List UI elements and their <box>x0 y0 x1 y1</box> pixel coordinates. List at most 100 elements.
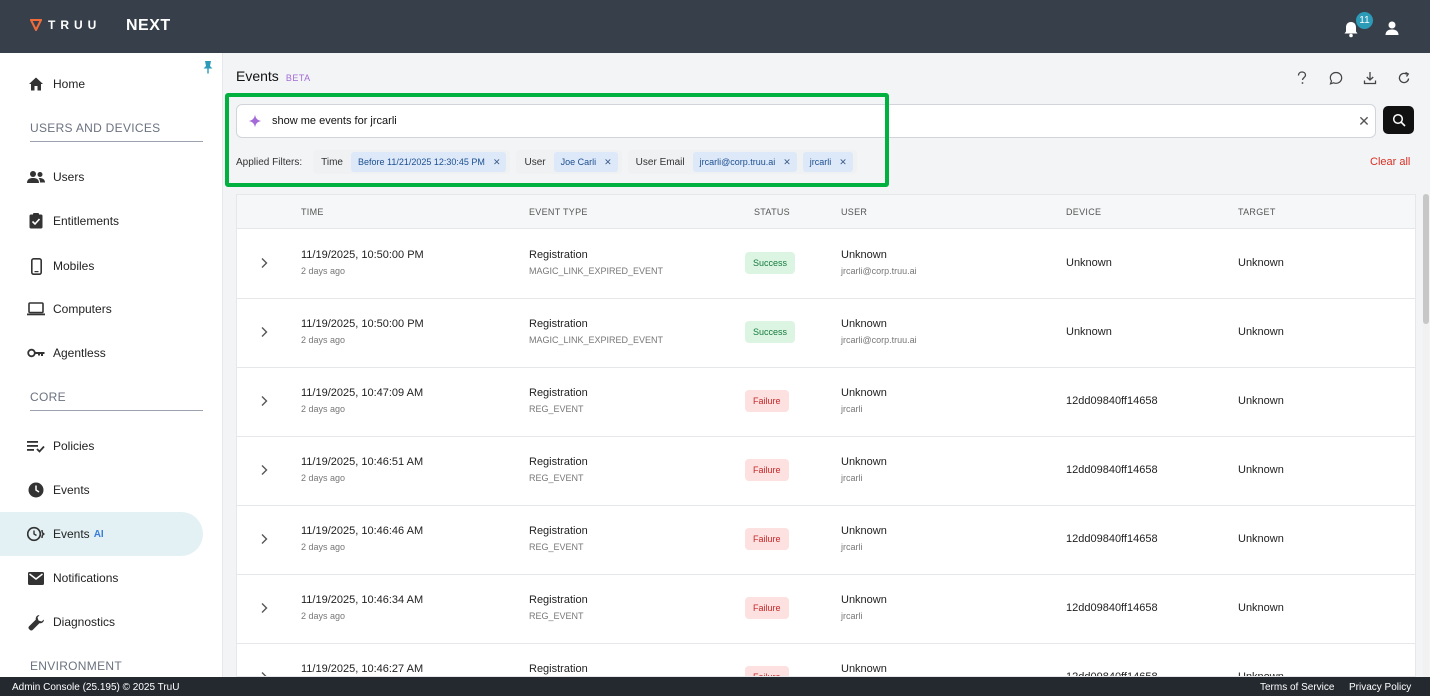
user-identifier: jrcarli <box>841 473 863 483</box>
event-code: REG_EVENT <box>529 611 584 621</box>
user-name: Unknown <box>841 456 887 468</box>
column-header-user[interactable]: USER <box>841 207 867 217</box>
app-name: NEXT <box>126 17 171 34</box>
user-cell: Unknownjrcarli <box>841 663 887 676</box>
clipboard-check-icon <box>27 212 45 230</box>
sidebar-item-label: Users <box>53 170 85 184</box>
table-row[interactable]: 11/19/2025, 10:50:00 PM 2 days ago Registr… <box>237 299 1415 368</box>
device-cell: 12dd09840ff14658 <box>1066 533 1158 545</box>
expand-row-chevron-icon[interactable] <box>259 326 269 338</box>
top-bar: TRUU NEXT 11 <box>0 0 1430 53</box>
event-time: 11/19/2025, 10:47:09 AM <box>301 387 424 399</box>
filter-chip[interactable]: jrcarli@corp.truu.ai ✕ <box>692 152 797 172</box>
event-type: Registration <box>529 663 588 675</box>
privacy-policy-link[interactable]: Privacy Policy <box>1349 682 1411 693</box>
sidebar-item-label: Computers <box>53 302 112 316</box>
event-type: Registration <box>529 525 588 537</box>
search-icon <box>1392 113 1406 127</box>
page-title-text: Events <box>236 68 279 84</box>
sidebar-item-diagnostics[interactable]: Diagnostics <box>0 600 203 644</box>
sidebar-item-home[interactable]: Home <box>0 62 203 106</box>
event-time: 11/19/2025, 10:50:00 PM <box>301 318 424 330</box>
applied-filters: Applied Filters: Time Before 11/21/2025 … <box>236 149 863 175</box>
download-icon[interactable] <box>1361 69 1378 86</box>
filter-name: User Email <box>635 156 685 168</box>
sidebar-item-policies[interactable]: Policies <box>0 424 203 468</box>
help-icon[interactable] <box>1293 69 1310 86</box>
table-row[interactable]: 11/19/2025, 10:46:27 AM2 days ago Registr… <box>237 644 1415 676</box>
terms-of-service-link[interactable]: Terms of Service <box>1260 682 1334 693</box>
scrollbar-thumb[interactable] <box>1423 194 1429 324</box>
mail-icon <box>27 569 45 587</box>
event-time-ago: 2 days ago <box>301 266 346 276</box>
remove-filter-icon[interactable]: ✕ <box>493 157 501 168</box>
target-cell: Unknown <box>1238 326 1284 338</box>
event-type-cell: Registration REG_EVENT <box>529 525 588 552</box>
user-account-icon[interactable] <box>1384 20 1400 36</box>
clear-all-filters-link[interactable]: Clear all <box>1370 156 1410 168</box>
sidebar-item-users[interactable]: Users <box>0 155 203 199</box>
pin-icon[interactable] <box>202 60 214 74</box>
time-cell: 11/19/2025, 10:46:27 AM2 days ago <box>301 663 424 676</box>
table-row[interactable]: 11/19/2025, 10:46:46 AM 2 days ago Registr… <box>237 506 1415 575</box>
column-header-device[interactable]: DEVICE <box>1066 207 1101 217</box>
event-type-cell: Registration MAGIC_LINK_EXPIRED_EVENT <box>529 249 663 276</box>
clear-search-icon[interactable]: ✕ <box>1357 114 1371 128</box>
event-type: Registration <box>529 456 588 468</box>
expand-row-chevron-icon[interactable] <box>259 257 269 269</box>
search-button[interactable] <box>1383 106 1414 134</box>
filter-chip[interactable]: jrcarli ✕ <box>802 152 853 172</box>
filter-chip[interactable]: Joe Carli ✕ <box>553 152 618 172</box>
event-time: 11/19/2025, 10:46:34 AM <box>301 594 424 606</box>
remove-filter-icon[interactable]: ✕ <box>839 157 847 168</box>
sidebar-item-label: Mobiles <box>53 259 95 273</box>
event-code: MAGIC_LINK_EXPIRED_EVENT <box>529 266 664 276</box>
remove-filter-icon[interactable]: ✕ <box>783 157 791 168</box>
event-type: Registration <box>529 249 588 261</box>
home-icon <box>27 75 45 93</box>
remove-filter-icon[interactable]: ✕ <box>604 157 612 168</box>
notification-count-badge: 11 <box>1356 12 1373 29</box>
column-header-time[interactable]: TIME <box>301 207 324 217</box>
refresh-icon[interactable] <box>1395 69 1412 86</box>
target-cell: Unknown <box>1238 395 1284 407</box>
user-identifier: jrcarli <box>841 542 863 552</box>
section-core: CORE <box>30 390 203 411</box>
expand-row-chevron-icon[interactable] <box>259 464 269 476</box>
table-row[interactable]: 11/19/2025, 10:46:34 AM 2 days ago Registr… <box>237 575 1415 644</box>
expand-row-chevron-icon[interactable] <box>259 602 269 614</box>
sidebar-item-entitlements[interactable]: Entitlements <box>0 199 203 243</box>
event-time: 11/19/2025, 10:46:27 AM <box>301 663 424 675</box>
sidebar-item-computers[interactable]: Computers <box>0 287 203 331</box>
event-time-ago: 2 days ago <box>301 611 346 621</box>
table-scrollbar[interactable] <box>1423 194 1429 677</box>
column-header-target[interactable]: TARGET <box>1238 207 1276 217</box>
column-header-status[interactable]: STATUS <box>754 207 790 217</box>
sidebar-item-notifications[interactable]: Notifications <box>0 556 203 600</box>
truu-logo-icon <box>30 19 42 31</box>
sidebar-item-agentless[interactable]: Agentless <box>0 331 203 375</box>
ai-search-input[interactable] <box>272 115 1322 127</box>
event-type: Registration <box>529 594 588 606</box>
expand-row-chevron-icon[interactable] <box>259 533 269 545</box>
user-cell: Unknown jrcarli@corp.truu.ai <box>841 318 917 345</box>
filter-chip[interactable]: Before 11/21/2025 12:30:45 PM ✕ <box>351 152 507 172</box>
sidebar-item-events-ai[interactable]: Events AI <box>0 512 203 556</box>
expand-row-chevron-icon[interactable] <box>259 395 269 407</box>
device-cell: 12dd09840ff14658 <box>1066 395 1158 407</box>
truu-logo[interactable]: TRUU <box>30 18 101 32</box>
user-name: Unknown <box>841 525 887 537</box>
column-header-event-type[interactable]: EVENT TYPE <box>529 207 588 217</box>
sidebar-item-label: Agentless <box>53 346 106 360</box>
users-icon <box>27 168 45 186</box>
sidebar-item-events[interactable]: Events <box>0 468 203 512</box>
sidebar-item-mobiles[interactable]: Mobiles <box>0 244 203 288</box>
chat-icon[interactable] <box>1327 69 1344 86</box>
footer: Admin Console (25.195) © 2025 TruU Terms… <box>0 677 1430 696</box>
target-cell: Unknown <box>1238 257 1284 269</box>
table-row[interactable]: 11/19/2025, 10:47:09 AM 2 days ago Registr… <box>237 368 1415 437</box>
laptop-icon <box>27 300 45 318</box>
table-row[interactable]: 11/19/2025, 10:50:00 PM 2 days ago Registr… <box>237 230 1415 299</box>
user-cell: Unknown jrcarli <box>841 456 887 483</box>
table-row[interactable]: 11/19/2025, 10:46:51 AM 2 days ago Registr… <box>237 437 1415 506</box>
